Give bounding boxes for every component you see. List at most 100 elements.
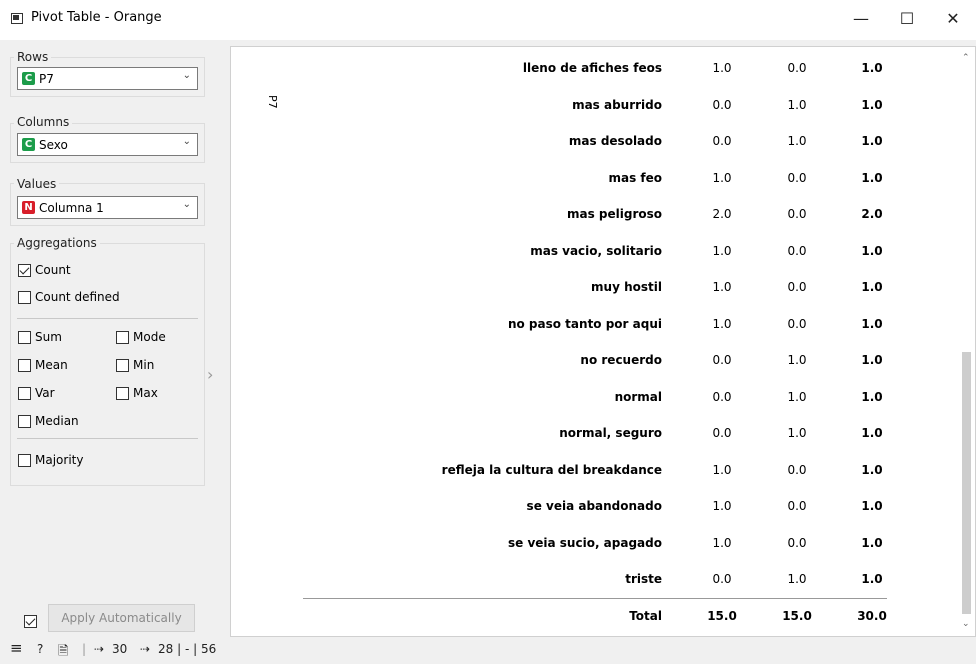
app-window-icon (11, 13, 23, 24)
chevron-down-icon: ⌄ (182, 199, 191, 210)
col1-value: 1.0 (712, 61, 732, 75)
row-label: mas desolado (568, 134, 662, 148)
table-row: refleja la cultura del breakdance 1.0 0.0 1… (231, 452, 975, 488)
row-total: 1.0 (861, 462, 883, 477)
minimize-button[interactable]: — (838, 0, 884, 40)
control-area: C P7 ⌄ Rows C Sexo ⌄ Columns N Columna 1… (0, 40, 215, 637)
checkbox-icon (116, 359, 129, 372)
total-row: Total 15.0 15.0 30.0 (231, 598, 975, 634)
window-title: Pivot Table - Orange (31, 10, 162, 25)
apply-button[interactable]: Apply Automatically (48, 604, 195, 632)
col1-value: 1.0 (712, 316, 732, 331)
col2-value: 0.0 (787, 535, 807, 550)
menu-icon[interactable]: ≡ (10, 639, 23, 657)
col2-value: 1.0 (787, 353, 807, 367)
checkbox-icon (116, 331, 129, 344)
columns-group: C Sexo ⌄ (10, 123, 205, 163)
columns-value: Sexo (39, 138, 68, 152)
col2-value: 0.0 (787, 207, 807, 221)
col2-value: 0.0 (787, 170, 807, 185)
row-label: se veia sucio, apagado (507, 535, 662, 550)
rows-label: Rows (14, 50, 52, 64)
col1-value: 1.0 (712, 243, 732, 258)
grand-total: 30.0 (857, 609, 887, 623)
pivot-table: P7 lleno de afiches feos 1.0 0.0 1.0 mas abu… (230, 46, 976, 637)
report-icon[interactable]: 🗎 (58, 642, 68, 664)
row-label: triste (625, 572, 662, 586)
checkbox-checked-icon (24, 615, 37, 628)
scroll-down-icon[interactable]: ⌄ (962, 619, 970, 629)
values-value: Columna 1 (39, 201, 104, 215)
table-row: mas desolado 0.0 1.0 1.0 (231, 123, 975, 159)
table-row: no paso tanto por aqui 1.0 0.0 1.0 (231, 306, 975, 342)
table-row: mas vacio, solitario 1.0 0.0 1.0 (231, 233, 975, 269)
columns-combo[interactable]: C Sexo ⌄ (17, 133, 198, 156)
row-total: 2.0 (861, 207, 883, 221)
col2-value: 0.0 (787, 316, 807, 331)
rows-combo[interactable]: C P7 ⌄ (17, 67, 198, 90)
values-combo[interactable]: N Columna 1 ⌄ (17, 196, 198, 219)
values-label: Values (14, 177, 60, 191)
rows-value: P7 (39, 72, 54, 86)
col2-value: 1.0 (787, 134, 807, 148)
col1-value: 2.0 (712, 207, 732, 221)
row-total: 1.0 (861, 426, 883, 440)
row-label: normal, seguro (559, 426, 662, 440)
col2-value: 1.0 (787, 426, 807, 440)
row-total: 1.0 (861, 97, 883, 112)
col2-value: 1.0 (787, 389, 807, 404)
total-col1: 15.0 (707, 609, 737, 623)
collapse-chevron-right-icon[interactable]: › (207, 365, 213, 384)
col1-value: 1.0 (712, 499, 732, 513)
total-col2: 15.0 (782, 609, 812, 623)
row-label: refleja la cultura del breakdance (441, 462, 662, 477)
status-bar: ≡ ? 🗎 | ⇢ 30 ⇢ 28 | - | 56 (0, 637, 976, 663)
col2-value: 1.0 (787, 572, 807, 586)
categorical-badge-icon: C (22, 72, 35, 85)
row-total: 1.0 (861, 61, 883, 75)
table-row: no recuerdo 0.0 1.0 1.0 (231, 342, 975, 378)
categorical-badge-icon: C (22, 138, 35, 151)
checkbox-icon (18, 387, 31, 400)
checkbox-icon (116, 387, 129, 400)
separator (17, 318, 198, 319)
columns-label: Columns (14, 115, 73, 129)
scroll-up-icon[interactable]: ⌃ (962, 53, 970, 63)
scroll-thumb[interactable] (962, 352, 971, 614)
maximize-button[interactable]: ☐ (884, 0, 930, 40)
col2-value: 0.0 (787, 462, 807, 477)
col2-value: 0.0 (787, 243, 807, 258)
chevron-down-icon: ⌄ (182, 136, 191, 147)
input-icon: ⇢ (94, 642, 105, 656)
col2-value: 1.0 (787, 97, 807, 112)
vertical-scrollbar[interactable]: ⌃ ⌄ (958, 47, 975, 636)
col1-value: 0.0 (712, 572, 732, 586)
row-total: 1.0 (861, 316, 883, 331)
checkbox-icon (18, 359, 31, 372)
help-icon[interactable]: ? (37, 642, 43, 656)
col1-value: 0.0 (712, 389, 732, 404)
col1-value: 0.0 (712, 134, 732, 148)
row-label: mas aburrido (572, 97, 662, 112)
row-total: 1.0 (861, 499, 883, 513)
col2-value: 0.0 (787, 280, 807, 294)
row-label: no recuerdo (580, 353, 662, 367)
status-divider: | (82, 642, 87, 656)
checkbox-icon (18, 331, 31, 344)
table-row: muy hostil 1.0 0.0 1.0 (231, 269, 975, 305)
row-total: 1.0 (861, 572, 883, 586)
row-label: no paso tanto por aqui (507, 316, 662, 331)
table-row: mas feo 1.0 0.0 1.0 (231, 160, 975, 196)
row-label: mas peligroso (566, 207, 662, 221)
col1-value: 1.0 (712, 170, 732, 185)
col2-value: 0.0 (787, 499, 807, 513)
col1-value: 0.0 (712, 426, 732, 440)
table-row: mas peligroso 2.0 0.0 2.0 (231, 196, 975, 232)
output-summary: 28 | - | 56 (158, 642, 217, 656)
aggregations-label: Aggregations (14, 236, 100, 250)
close-button[interactable]: ✕ (930, 0, 976, 40)
chevron-down-icon: ⌄ (182, 70, 191, 81)
checkbox-checked-icon (18, 264, 31, 277)
row-total: 1.0 (861, 134, 883, 148)
col1-value: 0.0 (712, 353, 732, 367)
